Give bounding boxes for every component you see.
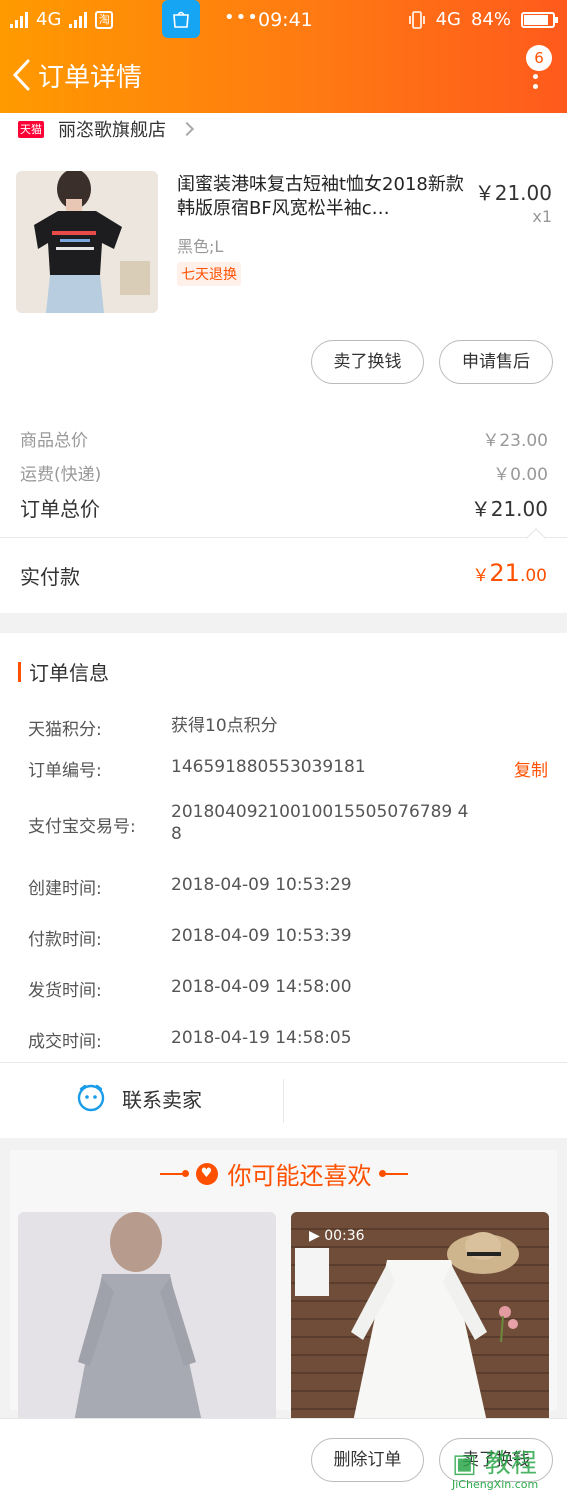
order-number-value: 146591880553039181 (171, 757, 366, 777)
network2-label: 4G (435, 9, 461, 30)
info-value: 2018-04-19 14:58:05 (171, 1028, 352, 1048)
delete-order-button[interactable]: 删除订单 (311, 1438, 424, 1482)
watermark-glyph: ▣ 教程 (452, 1449, 537, 1479)
decorative-arrow-right (378, 1169, 408, 1177)
contact-seller-label[interactable]: 联系卖家 (122, 1084, 202, 1113)
vibrate-icon (408, 10, 425, 29)
status-bar: 4G 淘 ••• 09:41 4G 84% (0, 0, 567, 40)
paid-amount: ￥21.00 (472, 559, 547, 587)
back-arrow-icon[interactable] (10, 58, 34, 92)
info-key: 付款时间: (28, 930, 102, 950)
product-item[interactable]: 闺蜜装港味复古短袖t恤女2018新款韩版原宿BF风宽松半袖c… 黑色;L 七天退… (16, 171, 552, 313)
shipping-value: ￥0.00 (493, 465, 548, 485)
contact-seller-button[interactable]: 联系卖家 (76, 1083, 202, 1113)
product-quantity: x1 (532, 207, 552, 226)
order-info-header: 订单信息 (18, 657, 109, 686)
app-header: 4G 淘 ••• 09:41 4G 84% 订单详情 6 (0, 0, 567, 113)
decorative-arrow-left (159, 1169, 189, 1177)
battery-percent: 84% (470, 9, 511, 30)
status-right: 4G 84% (408, 9, 558, 30)
video-duration-label: 00:36 (324, 1228, 365, 1244)
shipping-label: 运费(快递) (20, 465, 102, 485)
heart-icon: ♥ (195, 1162, 218, 1185)
signal-icon-2 (69, 11, 88, 28)
video-duration: ▶ 00:36 (309, 1228, 365, 1244)
status-time: 09:41 (258, 9, 313, 31)
page-title: 订单详情 (38, 63, 143, 93)
order-info-section: 订单信息 天猫积分: 获得10点积分 订单编号: 146591880553039… (0, 633, 567, 1138)
vivo-app-icon (162, 0, 200, 38)
network-label: 4G (36, 9, 62, 30)
taobao-notification-icon: 淘 (95, 10, 114, 29)
paid-label: 实付款 (20, 565, 80, 589)
section-accent-bar (18, 661, 21, 682)
info-value: 2018-04-09 14:58:00 (171, 977, 352, 997)
shipping-row: 运费(快递) ￥0.00 (20, 460, 548, 485)
product-name[interactable]: 闺蜜装港味复古短袖t恤女2018新款韩版原宿BF风宽松半袖c… (177, 173, 467, 221)
info-key: 发货时间: (28, 981, 102, 1001)
info-key: 支付宝交易号: (28, 817, 136, 837)
info-value: 2018-04-09 10:53:29 (171, 875, 352, 895)
message-count-badge: 6 (526, 45, 552, 71)
copy-button[interactable]: 复制 (514, 756, 548, 781)
signal-icon (10, 11, 28, 28)
order-total-row: 订单总价 ￥21.00 (20, 493, 548, 522)
order-total-value: ￥21.00 (470, 497, 548, 521)
contact-seller-bar: 联系卖家 (0, 1062, 567, 1138)
recommendation-section: ♥ 你可能还喜欢 ▶ 00:36 (10, 1150, 557, 1422)
paid-integer: 21 (489, 559, 520, 587)
vertical-divider (283, 1079, 284, 1123)
goods-total-value: ￥23.00 (482, 431, 548, 451)
info-key: 成交时间: (28, 1032, 102, 1052)
recommended-product-1[interactable] (18, 1212, 276, 1422)
battery-icon (521, 11, 558, 28)
product-image[interactable] (16, 171, 158, 313)
tmall-logo-icon: 天猫 (18, 120, 44, 138)
paid-currency: ￥ (472, 566, 490, 586)
chat-face-icon (77, 1084, 105, 1112)
apply-aftersale-button[interactable]: 申请售后 (439, 340, 553, 384)
goods-total-label: 商品总价 (20, 431, 88, 451)
info-value: 获得10点积分 (171, 716, 278, 736)
info-key: 创建时间: (28, 879, 102, 899)
order-card: 天猫 丽恣歌旗舰店 闺蜜装港味复古短袖t恤女2018新款韩版原宿BF风宽松半袖c… (0, 113, 567, 613)
navigation-bar: 订单详情 6 (0, 40, 567, 113)
status-left: 4G 淘 (10, 9, 114, 30)
battery-fill (524, 14, 548, 25)
info-key: 天猫积分: (28, 720, 102, 740)
watermark-text: JiChengXin.com (452, 1478, 539, 1491)
recommendation-header: ♥ 你可能还喜欢 (10, 1156, 557, 1191)
product-price: ￥21.00 (474, 181, 552, 205)
shop-header[interactable]: 天猫 丽恣歌旗舰店 (18, 116, 195, 142)
bag-icon (173, 11, 189, 28)
chevron-right-icon (179, 121, 195, 137)
status-dots: ••• (224, 7, 259, 28)
divider-notch (526, 528, 546, 548)
watermark-logo: ▣ 教程 JiChengXin.com (452, 1450, 538, 1491)
paid-decimal: .00 (519, 566, 547, 586)
divider (0, 537, 567, 538)
info-value: 2018-04-09 10:53:39 (171, 926, 352, 946)
product-photo (16, 171, 158, 313)
recommended-product-2[interactable]: ▶ 00:36 (291, 1212, 549, 1422)
shop-name[interactable]: 丽恣歌旗舰店 (58, 116, 166, 142)
goods-total-row: 商品总价 ￥23.00 (20, 426, 548, 451)
dress-photo-1 (18, 1212, 276, 1422)
order-total-label: 订单总价 (20, 497, 100, 521)
play-icon: ▶ (309, 1228, 320, 1244)
recommendation-title: 你可能还喜欢 (227, 1162, 372, 1190)
order-info-title: 订单信息 (29, 661, 109, 685)
alipay-trade-number: 20180409210010015505076789 48 (171, 802, 469, 844)
return-policy-tag: 七天退换 (177, 262, 241, 286)
product-spec: 黑色;L (177, 237, 224, 256)
info-key: 订单编号: (28, 761, 102, 781)
sell-for-cash-button[interactable]: 卖了换钱 (311, 340, 424, 384)
